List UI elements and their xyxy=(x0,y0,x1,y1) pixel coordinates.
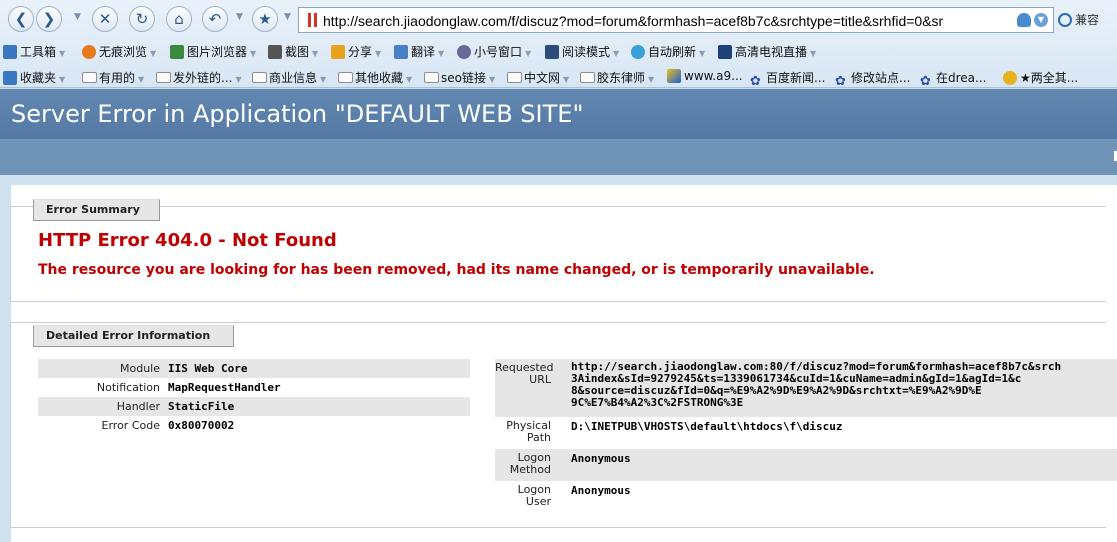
undo-close-icon[interactable]: ↶ xyxy=(202,6,228,32)
favorite-folder[interactable]: 有用的 ▼ xyxy=(82,69,144,86)
folder-icon xyxy=(82,72,97,83)
detail-value: StaticFile xyxy=(168,400,235,413)
browser-chrome: ❮ ❯ ▼ ✕ ↻ ⌂ ↶ ▼ ★ ▼ http://search.jiaodo… xyxy=(0,0,1117,89)
favorite-link[interactable]: ★两全其... xyxy=(1003,69,1078,86)
detail-row-module: Module IIS Web Core xyxy=(38,359,470,378)
physical-path-value: D:\INETPUB\VHOSTS\default\htdocs\f\discu… xyxy=(571,420,843,433)
image-viewer-icon xyxy=(170,45,184,59)
detail-key: Requested URL xyxy=(495,361,554,386)
auto-refresh-button[interactable]: 自动刷新 ▼ xyxy=(631,43,705,60)
detail-key: Module xyxy=(120,362,160,375)
image-viewer-button[interactable]: 图片浏览器 ▼ xyxy=(170,43,256,60)
site-icon xyxy=(667,69,681,83)
favorites-bar: 收藏夹 ▼ 有用的 ▼ 发外链的... ▼ 商业信息 ▼ 其他收藏 ▼ seo链接 ▼ 中文… xyxy=(0,66,1117,89)
address-bar[interactable]: http://search.jiaodonglaw.com/f/discuz?m… xyxy=(298,7,1054,33)
undo-dropdown-icon[interactable]: ▼ xyxy=(236,12,243,22)
history-dropdown-icon[interactable]: ▼ xyxy=(74,12,81,22)
detailed-error-legend: Detailed Error Information xyxy=(33,325,234,347)
error-heading: HTTP Error 404.0 - Not Found xyxy=(38,230,337,251)
folder-icon xyxy=(338,72,353,83)
small-window-button[interactable]: 小号窗口 ▼ xyxy=(457,43,531,60)
favorite-link[interactable]: www.a9... xyxy=(667,69,743,83)
detail-row-logon-method: Logon Method Anonymous xyxy=(495,449,1117,481)
page-status-icon xyxy=(308,13,317,27)
favorite-folder[interactable]: seo链接 ▼ xyxy=(424,69,495,86)
toolbox-icon xyxy=(3,45,17,59)
navigation-bar: ❮ ❯ ▼ ✕ ↻ ⌂ ↶ ▼ ★ ▼ http://search.jiaodo… xyxy=(0,0,1117,38)
detail-key: Error Code xyxy=(101,419,160,432)
requested-url-value: http://search.jiaodonglaw.com:80/f/discu… xyxy=(571,360,1062,409)
small-window-icon xyxy=(457,45,471,59)
detail-key: Handler xyxy=(116,400,160,413)
baidu-paw-icon: ✿ xyxy=(920,74,931,89)
folder-icon xyxy=(252,72,267,83)
address-url[interactable]: http://search.jiaodonglaw.com/f/discuz?m… xyxy=(323,13,1017,29)
back-arrow-icon[interactable]: ❮ xyxy=(8,6,34,32)
toolbox-menu[interactable]: 工具箱 ▼ xyxy=(3,43,65,60)
favorite-link[interactable]: ✿ 修改站点... xyxy=(835,69,910,89)
detail-row-logon-user: Logon User Anonymous xyxy=(495,481,1117,513)
error-message: The resource you are looking for has bee… xyxy=(38,262,875,278)
favorite-folder[interactable]: 胶东律师 ▼ xyxy=(580,69,654,86)
favorites-menu[interactable]: 收藏夹 ▼ xyxy=(3,69,65,86)
folder-icon xyxy=(156,72,171,83)
favorites-star-icon xyxy=(3,71,17,85)
baidu-paw-icon: ✿ xyxy=(750,74,761,89)
logon-user-value: Anonymous xyxy=(571,484,631,497)
detail-row-requested-url: Requested URL http://search.jiaodonglaw.c… xyxy=(495,359,1117,417)
hd-tv-button[interactable]: 高清电视直播 ▼ xyxy=(718,43,816,60)
share-button[interactable]: 分享 ▼ xyxy=(331,43,381,60)
browser-toolbar: 工具箱 ▼ 无痕浏览 ▼ 图片浏览器 ▼ 截图 ▼ 分享 ▼ 翻译 ▼ 小号窗口 ▼ 阅读模式… xyxy=(0,40,1117,62)
baidu-paw-icon: ✿ xyxy=(835,74,846,89)
detail-row-physical-path: Physical Path D:\INETPUB\VHOSTS\default\h… xyxy=(495,417,1117,449)
detail-key: Logon Method xyxy=(509,451,551,476)
translate-icon xyxy=(394,45,408,59)
address-dropdown-icon[interactable]: ▼ xyxy=(1034,13,1048,27)
folder-icon xyxy=(507,72,522,83)
favorite-folder[interactable]: 中文网 ▼ xyxy=(507,69,569,86)
tv-icon xyxy=(718,45,732,59)
page-title: Server Error in Application "DEFAULT WEB… xyxy=(11,100,584,128)
screenshot-icon xyxy=(268,45,282,59)
logon-method-value: Anonymous xyxy=(571,452,631,465)
detail-row-notification: Notification MapRequestHandler xyxy=(38,378,470,397)
detail-key: Notification xyxy=(96,381,160,394)
detail-key: Logon User xyxy=(517,483,551,508)
home-icon[interactable]: ⌂ xyxy=(166,6,192,32)
translate-button[interactable]: 翻译 ▼ xyxy=(394,43,444,60)
detail-row-error-code: Error Code 0x80070002 xyxy=(38,416,470,435)
folder-icon xyxy=(580,72,595,83)
error-summary-legend: Error Summary xyxy=(33,199,160,221)
incognito-button[interactable]: 无痕浏览 ▼ xyxy=(82,43,156,60)
reading-mode-icon xyxy=(545,45,559,59)
compat-mode-button[interactable]: 兼容 xyxy=(1058,11,1099,28)
detail-key: Physical Path xyxy=(506,419,551,444)
error-summary-box xyxy=(10,206,1106,302)
stop-icon[interactable]: ✕ xyxy=(92,6,118,32)
detail-value: 0x80070002 xyxy=(168,419,235,432)
auto-refresh-icon xyxy=(631,45,645,59)
detail-value: MapRequestHandler xyxy=(168,381,281,394)
security-shield-icon[interactable] xyxy=(1017,13,1031,27)
favorite-link[interactable]: ✿ 百度新闻... xyxy=(750,69,825,89)
favorite-folder[interactable]: 商业信息 ▼ xyxy=(252,69,326,86)
page-subheader xyxy=(0,139,1117,175)
detail-value: IIS Web Core xyxy=(168,362,248,375)
bell-icon xyxy=(1003,71,1017,85)
favorite-star-icon[interactable]: ★ xyxy=(252,6,278,32)
detail-row-handler: Handler StaticFile xyxy=(38,397,470,416)
screenshot-button[interactable]: 截图 ▼ xyxy=(268,43,318,60)
refresh-icon[interactable]: ↻ xyxy=(129,6,155,32)
page-header: Server Error in Application "DEFAULT WEB… xyxy=(0,89,1117,139)
favorite-dropdown-icon[interactable]: ▼ xyxy=(284,12,291,22)
folder-icon xyxy=(424,72,439,83)
compat-mode-icon xyxy=(1058,13,1072,27)
favorite-folder[interactable]: 发外链的... ▼ xyxy=(156,69,242,86)
incognito-icon xyxy=(82,45,96,59)
favorite-link[interactable]: ✿ 在drea... xyxy=(920,69,986,89)
favorite-folder[interactable]: 其他收藏 ▼ xyxy=(338,69,412,86)
share-icon xyxy=(331,45,345,59)
reading-mode-button[interactable]: 阅读模式 ▼ xyxy=(545,43,619,60)
forward-arrow-icon[interactable]: ❯ xyxy=(36,6,62,32)
